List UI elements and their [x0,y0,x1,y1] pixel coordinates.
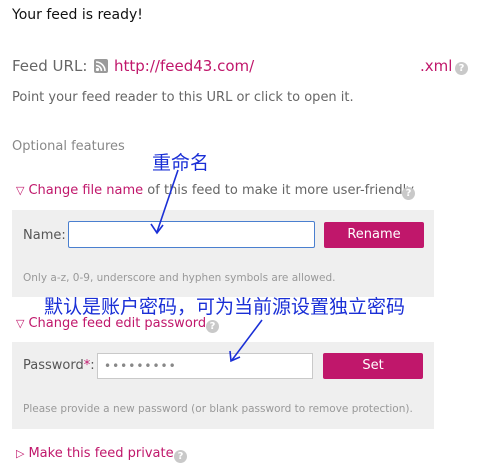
make-private-link[interactable]: Make this feed private [28,446,173,461]
annotation-rename: 重命名 [152,152,210,174]
password-label-colon: : [90,358,95,373]
password-label: Password*: [23,358,95,373]
page-heading: Your feed is ready! [12,7,143,23]
set-password-button[interactable]: Set [323,353,423,379]
feed-url-hint: Point your feed reader to this URL or cl… [12,90,354,105]
change-file-name-description: of this feed to make it more user-friend… [143,183,414,198]
change-file-name-link[interactable]: Change file name [28,183,143,198]
password-note: Please provide a new password (or blank … [23,403,413,415]
password-input[interactable]: ••••••••• [97,353,313,379]
name-label: Name: [23,228,66,243]
change-file-name-toggle[interactable]: ▽ Change file name of this feed to make i… [16,183,414,198]
name-input[interactable] [68,221,315,248]
expand-triangle-icon: ▽ [16,184,25,197]
help-icon[interactable]: ? [402,187,415,200]
rss-icon [94,59,108,73]
help-icon[interactable]: ? [455,62,468,75]
help-icon[interactable]: ? [206,320,219,333]
name-rules-note: Only a-z, 0-9, underscore and hyphen sym… [23,272,336,284]
expand-triangle-icon: ▽ [16,317,25,330]
password-label-text: Password [23,358,84,373]
rename-button[interactable]: Rename [324,222,424,248]
make-private-toggle[interactable]: ▷ Make this feed private [16,446,174,461]
feed-url-link[interactable]: http://feed43.com/ [114,57,254,75]
feed-url-label: Feed URL: [12,57,88,75]
collapsed-triangle-icon: ▷ [16,447,25,460]
feed-url-extension: .xml [420,57,453,75]
help-icon[interactable]: ? [174,450,187,463]
optional-features-heading: Optional features [12,139,125,154]
annotation-password: 默认是账户密码，可为当前源设置独立密码 [44,296,406,318]
